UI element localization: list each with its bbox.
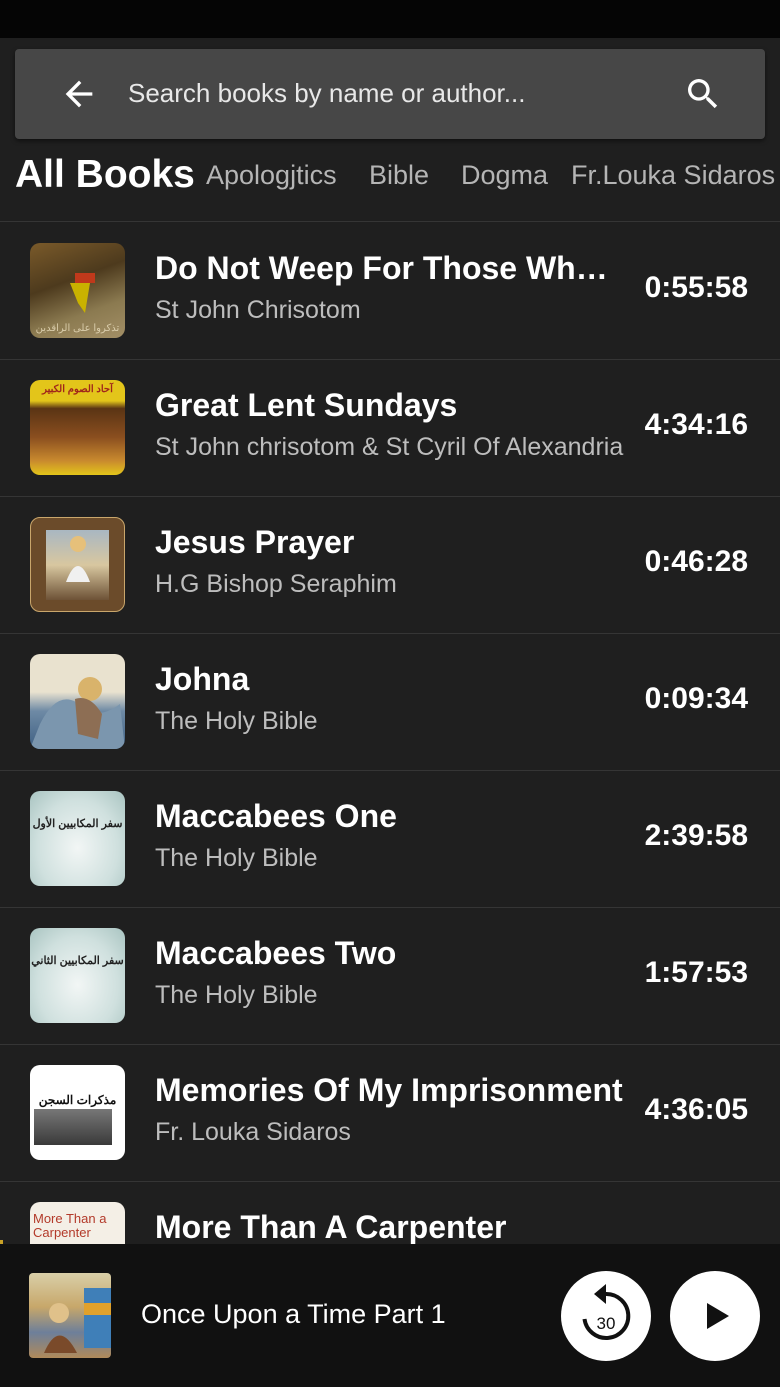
book-cover: سفر المكابيين الأول xyxy=(30,791,125,886)
category-tabs: All Books Apologjtics Bible Dogma Fr.Lou… xyxy=(0,150,780,200)
book-cover: آحاد الصوم الكبير xyxy=(30,380,125,475)
book-cover xyxy=(30,654,125,749)
list-item[interactable]: مذكرات السجن Memories Of My Imprisonment… xyxy=(0,1044,780,1182)
now-playing-cover xyxy=(29,1273,111,1358)
replay-30-icon: 30 xyxy=(582,1284,631,1340)
status-bar xyxy=(0,0,780,38)
book-author: Fr. Louka Sidaros xyxy=(155,1118,351,1146)
arrow-left-icon xyxy=(65,80,93,108)
book-cover: مذكرات السجن xyxy=(30,1065,125,1160)
cover-text: More Than a Carpenter xyxy=(33,1211,107,1240)
book-cover: More Than a Carpenter xyxy=(30,1202,125,1244)
back-button[interactable] xyxy=(59,74,99,114)
list-item[interactable]: آحاد الصوم الكبير Great Lent Sundays St … xyxy=(0,359,780,497)
cover-text: آحاد الصوم الكبير xyxy=(42,384,113,395)
list-item[interactable]: سفر المكابيين الأول Maccabees One The Ho… xyxy=(0,770,780,908)
book-title: More Than A Carpenter xyxy=(155,1209,507,1244)
book-cover: سفر المكابيين الثاني xyxy=(30,928,125,1023)
book-duration: 0:09:34 xyxy=(644,682,748,715)
search-input[interactable]: Search books by name or author... xyxy=(128,78,525,109)
book-title: Maccabees One xyxy=(155,798,397,834)
list-item[interactable]: سفر المكابيين الثاني Maccabees Two The H… xyxy=(0,907,780,1045)
cover-text: تذكروا على الراقدين xyxy=(35,323,120,334)
book-duration: 1:57:53 xyxy=(644,956,748,989)
cover-text: مذكرات السجن xyxy=(38,1093,117,1107)
book-title: Maccabees Two xyxy=(155,935,397,971)
mini-player[interactable]: Once Upon a Time Part 1 30 xyxy=(0,1244,780,1387)
book-duration: 2:39:58 xyxy=(644,819,748,852)
book-duration: 4:34:16 xyxy=(644,408,748,441)
search-bar: Search books by name or author... xyxy=(15,49,765,139)
cover-text: سفر المكابيين الأول xyxy=(32,818,123,830)
book-list: تذكروا على الراقدين Do Not Weep For Thos… xyxy=(0,222,780,1244)
now-playing-title: Once Upon a Time Part 1 xyxy=(141,1299,446,1329)
book-author: The Holy Bible xyxy=(155,844,318,872)
book-title: Jesus Prayer xyxy=(155,524,355,560)
tab-bible[interactable]: Bible xyxy=(369,150,429,200)
tab-dogma[interactable]: Dogma xyxy=(461,150,548,200)
list-item[interactable]: تذكروا على الراقدين Do Not Weep For Thos… xyxy=(0,222,780,360)
list-item[interactable]: Johna The Holy Bible 0:09:34 xyxy=(0,633,780,771)
book-author: St John chrisotom & St Cyril Of Alexandr… xyxy=(155,433,624,461)
rewind-30-button[interactable]: 30 xyxy=(561,1271,651,1361)
book-author: The Holy Bible xyxy=(155,707,318,735)
book-duration: 0:46:28 xyxy=(644,545,748,578)
book-title: Great Lent Sundays xyxy=(155,387,458,423)
book-author: H.G Bishop Seraphim xyxy=(155,570,397,598)
book-author: St John Chrisotom xyxy=(155,296,361,324)
book-title: Johna xyxy=(155,661,250,697)
tab-apologjtics[interactable]: Apologjtics xyxy=(206,150,337,200)
tab-all-books[interactable]: All Books xyxy=(15,150,195,200)
book-cover: تذكروا على الراقدين xyxy=(30,243,125,338)
book-title: Do Not Weep For Those Who hav... xyxy=(155,250,625,286)
play-icon xyxy=(707,1303,729,1329)
magnifier-icon xyxy=(688,79,718,109)
search-button[interactable] xyxy=(683,74,723,114)
book-duration: 0:55:58 xyxy=(644,271,748,304)
book-cover xyxy=(30,517,125,612)
cover-text: سفر المكابيين الثاني xyxy=(31,955,124,967)
play-button[interactable] xyxy=(670,1271,760,1361)
book-author: The Holy Bible xyxy=(155,981,318,1009)
rewind-seconds-label: 30 xyxy=(597,1314,616,1333)
list-item[interactable]: Jesus Prayer H.G Bishop Seraphim 0:46:28 xyxy=(0,496,780,634)
list-item[interactable]: More Than a Carpenter More Than A Carpen… xyxy=(0,1181,780,1244)
tab-fr-louka-sidaros[interactable]: Fr.Louka Sidaros xyxy=(571,150,775,200)
book-title: Memories Of My Imprisonment xyxy=(155,1072,623,1108)
book-duration: 4:36:05 xyxy=(644,1093,748,1126)
